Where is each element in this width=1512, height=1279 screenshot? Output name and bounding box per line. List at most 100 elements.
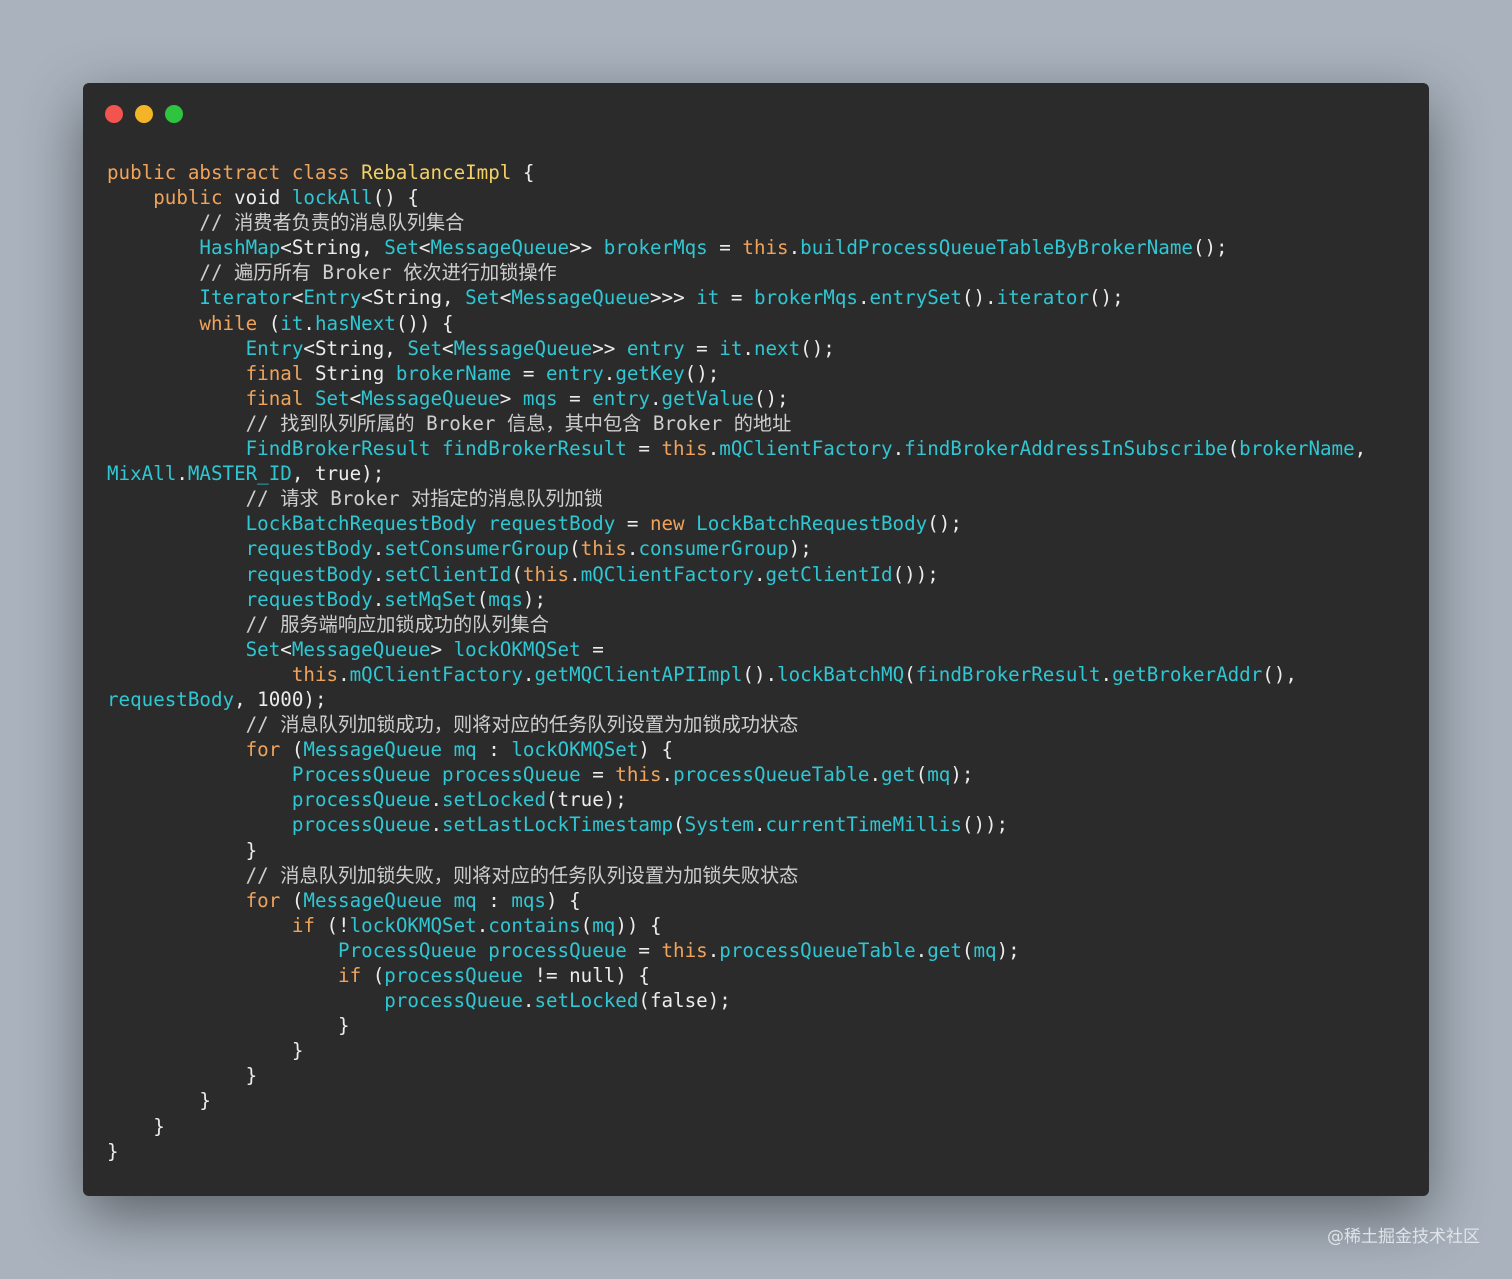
close-icon[interactable] [105,105,123,123]
code-token: String [314,361,396,385]
code-token: lockBatchMQ [777,662,905,686]
code-token: . [742,336,754,360]
code-token: (). [742,662,778,686]
code-token: (); [753,386,789,410]
code-token: . [649,386,662,410]
code-token: ( [1227,437,1240,461]
code-token: : [476,738,512,762]
code-token: public [153,186,235,210]
code-token: ( [904,662,916,686]
code-token: brokerName [1239,437,1355,461]
code-token: HashMap [199,236,281,260]
code-token: mQClientFactory [580,562,754,586]
minimize-icon[interactable] [135,105,153,123]
code-token: ( [257,311,281,335]
code-token: < [349,386,362,410]
code-token: findBrokerAddressInSubscribe [904,437,1228,461]
code-line: Iterator<Entry<String, Set<MessageQueue>… [107,285,1366,310]
code-token: = [557,386,593,410]
code-token: MASTER_ID [187,462,292,486]
code-token: Set [245,637,281,661]
code-token: getMQClientAPIImpl [534,662,743,686]
code-token: get [881,763,916,787]
code-token: . [626,537,639,561]
code-token: entry [546,361,604,385]
code-line: LockBatchRequestBody requestBody = new L… [107,511,1366,536]
code-token: LockBatchRequestBody requestBody [245,512,616,536]
code-token: >> [569,236,604,260]
code-token: . [522,662,535,686]
code-token: ( [580,913,593,937]
code-token: // 消息队列加锁失败，则将对应的任务队列设置为加锁失败状态 [107,863,799,887]
code-token: getValue [661,386,754,410]
code-token: . [857,286,870,310]
code-token: mq [927,763,951,787]
code-token: ); [996,938,1020,962]
code-line: processQueue.setLastLockTimestamp(System… [107,812,1366,837]
code-token: . [661,763,674,787]
code-token: . [569,562,581,586]
code-token: entry [626,336,685,360]
code-token: entry [592,386,650,410]
code-token: mq [973,938,997,962]
code-token: while [199,311,258,335]
code-token: . [522,989,535,1013]
code-token: this [580,537,627,561]
code-token: new [649,512,697,536]
code-token: processQueue [291,788,431,812]
code-line: MixAll.MASTER_ID, true); [107,461,1366,486]
code-line: public abstract class RebalanceImpl { [107,160,1366,185]
code-token: getBrokerAddr [1112,662,1263,686]
code-token: = [615,512,650,536]
code-line: public void lockAll() { [107,185,1366,210]
code-token: . [372,537,385,561]
code-token: . [788,236,801,260]
code-token: it [696,286,720,310]
code-token: currentTimeMillis [765,813,962,837]
code-token: . [430,788,443,812]
code-token: LockBatchRequestBody [696,512,928,536]
code-token: findBrokerResult [915,662,1101,686]
code-token: ( [361,964,385,987]
code-token: Set [314,386,350,410]
code-token: ) { [545,888,581,912]
code-token: ( [915,763,928,787]
code-token: ); [522,587,547,611]
code-line: FindBrokerResult findBrokerResult = this… [107,436,1367,461]
code-line: final String brokerName = entry.getKey()… [107,361,1366,386]
code-token: } [107,1114,165,1138]
code-token: = [511,361,546,385]
code-token: processQueueTable [673,763,870,787]
code-token: )) { [615,913,662,937]
code-token: requestBody [245,537,373,561]
maximize-icon[interactable] [165,105,183,123]
code-token: Iterator [199,286,292,310]
code-line: // 服务端响应加锁成功的队列集合 [107,612,1366,637]
code-token: = [719,286,754,310]
code-token: (). [961,286,997,310]
code-token: processQueue [384,989,523,1013]
code-token: < [442,336,454,360]
code-token: consumerGroup [638,537,789,561]
code-token: { [511,161,535,184]
code-token: ) { [638,738,674,762]
code-token: ( [476,587,489,611]
code-token: MessageQueue [291,637,431,661]
code-token: requestBody [245,562,373,586]
code-token: } [107,1039,304,1063]
code-line: // 消息队列加锁失败，则将对应的任务队列设置为加锁失败状态 [107,863,1366,888]
code-token: . [372,562,385,586]
code-token: . [707,437,720,461]
code-token: RebalanceImpl [361,161,512,184]
code-token: <String, [361,286,466,310]
code-line: this.mQClientFactory.getMQClientAPIImpl(… [107,662,1366,687]
code-token: (false); [638,989,731,1013]
code-token: buildProcessQueueTableByBrokerName [800,236,1193,260]
